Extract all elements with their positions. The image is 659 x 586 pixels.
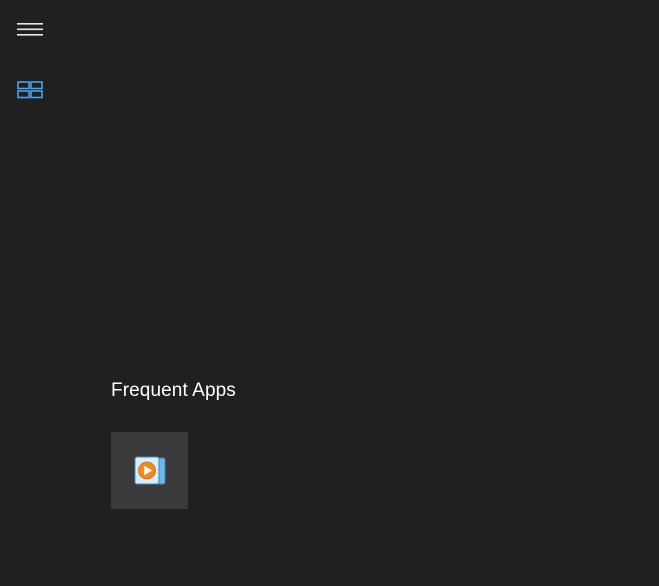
frequent-apps-title: Frequent Apps: [111, 380, 236, 401]
tiles-view-button[interactable]: [12, 76, 48, 104]
hamburger-menu-button[interactable]: [12, 15, 48, 43]
media-player-icon: [134, 456, 165, 484]
tiles-view-icon: [17, 81, 43, 99]
hamburger-icon: [17, 23, 43, 36]
frequent-app-tile-media-player[interactable]: [111, 432, 188, 509]
